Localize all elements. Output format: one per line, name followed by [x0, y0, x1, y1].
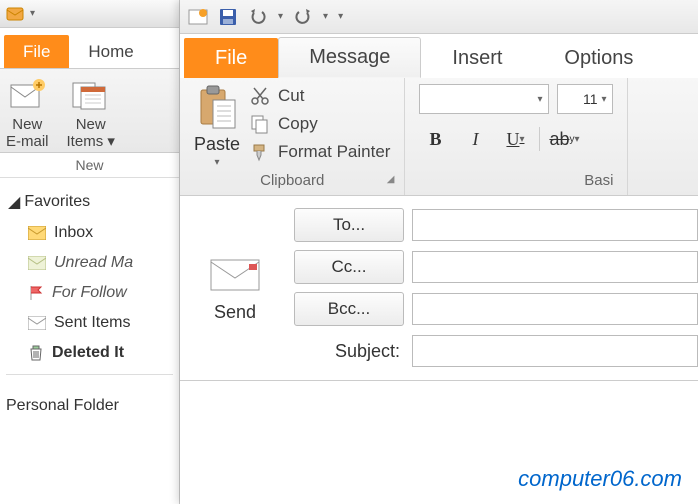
nav-unread[interactable]: Unread Ma: [6, 248, 173, 278]
tab-message[interactable]: Message: [278, 37, 421, 78]
paste-button[interactable]: Paste ▾: [194, 84, 240, 168]
message-body[interactable]: [180, 381, 698, 441]
new-items-label: New Items ▾: [67, 117, 115, 150]
nav-sent[interactable]: Sent Items: [6, 308, 173, 338]
personal-folders[interactable]: Personal Folder: [0, 389, 179, 423]
ribbon: New E-mail New Items ▾: [0, 68, 179, 153]
redo-dropdown-icon[interactable]: ▾: [323, 11, 328, 22]
envelope-icon: [207, 254, 263, 294]
painter-label: Format Painter: [278, 142, 390, 162]
undo-icon[interactable]: [248, 7, 268, 27]
nav-label: Inbox: [54, 224, 93, 242]
outlook-icon: [6, 5, 24, 23]
cut-label: Cut: [278, 86, 304, 106]
underline-button[interactable]: U ▾: [499, 124, 531, 154]
chevron-down-icon: ▾: [601, 94, 606, 105]
title-bar: ▾ ▾ ▾: [180, 0, 698, 34]
subject-field[interactable]: [412, 335, 698, 367]
paste-dropdown-icon[interactable]: ▾: [215, 157, 220, 168]
trash-icon: [28, 345, 44, 361]
qat-dropdown-icon[interactable]: ▾: [30, 8, 35, 19]
nav-label: Unread Ma: [54, 254, 133, 272]
nav-pane: ◢ Favorites Inbox Unread Ma For Follow S…: [0, 178, 179, 389]
font-size-value: 11: [583, 91, 598, 107]
ribbon-group-new: New: [0, 153, 179, 178]
clipboard-group-label: Clipboard ◢: [194, 168, 390, 195]
to-button[interactable]: To...: [294, 208, 404, 242]
bcc-button[interactable]: Bcc...: [294, 292, 404, 326]
tab-file[interactable]: File: [4, 35, 69, 68]
ribbon: Paste ▾ Cut Copy Format Painter: [180, 78, 698, 196]
compose-header: Send To... Cc... Bcc... Subject:: [180, 196, 698, 381]
font-group-label: Basi: [419, 168, 613, 195]
favorites-label: Favorites: [24, 193, 90, 211]
nav-deleted[interactable]: Deleted It: [6, 338, 173, 368]
dialog-launcher-icon[interactable]: ◢: [387, 174, 395, 185]
brush-icon: [250, 142, 270, 162]
cut-button[interactable]: Cut: [250, 86, 390, 106]
copy-label: Copy: [278, 114, 318, 134]
title-bar: ▾: [0, 0, 179, 28]
new-email-label: New E-mail: [6, 117, 49, 150]
send-label: Send: [214, 302, 256, 323]
tab-strip: File Home: [0, 28, 179, 68]
unread-icon: [28, 256, 46, 270]
chevron-down-icon: ▾: [537, 94, 542, 105]
new-email-button[interactable]: New E-mail: [6, 77, 49, 150]
nav-label: For Follow: [52, 284, 127, 302]
scissors-icon: [250, 86, 270, 106]
separator: [539, 127, 540, 151]
app-icon: [188, 7, 208, 27]
collapse-icon: ◢: [8, 192, 20, 212]
tab-insert[interactable]: Insert: [421, 38, 533, 78]
separator: [6, 374, 173, 375]
send-button[interactable]: Send: [180, 196, 290, 380]
redo-icon[interactable]: [293, 7, 313, 27]
paste-label: Paste: [194, 134, 240, 155]
new-email-icon: [7, 77, 47, 113]
nav-label: Deleted It: [52, 344, 124, 362]
new-items-button[interactable]: New Items ▾: [67, 77, 115, 150]
to-field[interactable]: [412, 209, 698, 241]
nav-follow[interactable]: For Follow: [6, 278, 173, 308]
paste-icon: [195, 84, 239, 132]
group-clipboard: Paste ▾ Cut Copy Format Painter: [180, 78, 405, 195]
cc-field[interactable]: [412, 251, 698, 283]
new-items-icon: [71, 77, 111, 113]
qat-customize-icon[interactable]: ▾: [338, 11, 343, 22]
outlook-main-window: ▾ File Home New E-mail New Items ▾ New ◢…: [0, 0, 180, 504]
tab-home[interactable]: Home: [69, 35, 152, 68]
group-font: ▾ 11 ▾ B I U ▾ aby ▾ Basi: [405, 78, 628, 195]
italic-button[interactable]: I: [459, 124, 491, 154]
tab-file[interactable]: File: [184, 38, 278, 78]
tab-strip: File Message Insert Options: [180, 34, 698, 78]
save-icon[interactable]: [218, 7, 238, 27]
inbox-icon: [28, 226, 46, 240]
cc-button[interactable]: Cc...: [294, 250, 404, 284]
sent-icon: [28, 316, 46, 330]
font-size-combo[interactable]: 11 ▾: [557, 84, 613, 114]
copy-button[interactable]: Copy: [250, 114, 390, 134]
flag-icon: [28, 285, 44, 301]
nav-inbox[interactable]: Inbox: [6, 218, 173, 248]
bcc-field[interactable]: [412, 293, 698, 325]
subject-label: Subject:: [290, 341, 404, 362]
undo-dropdown-icon[interactable]: ▾: [278, 11, 283, 22]
strike-button[interactable]: aby ▾: [548, 124, 580, 154]
favorites-header[interactable]: ◢ Favorites: [6, 186, 173, 218]
copy-icon: [250, 114, 270, 134]
nav-label: Sent Items: [54, 314, 130, 332]
message-compose-window: ▾ ▾ ▾ File Message Insert Options Paste …: [180, 0, 698, 504]
format-painter-button[interactable]: Format Painter: [250, 142, 390, 162]
tab-options[interactable]: Options: [533, 38, 664, 78]
font-family-combo[interactable]: ▾: [419, 84, 549, 114]
bold-button[interactable]: B: [419, 124, 451, 154]
